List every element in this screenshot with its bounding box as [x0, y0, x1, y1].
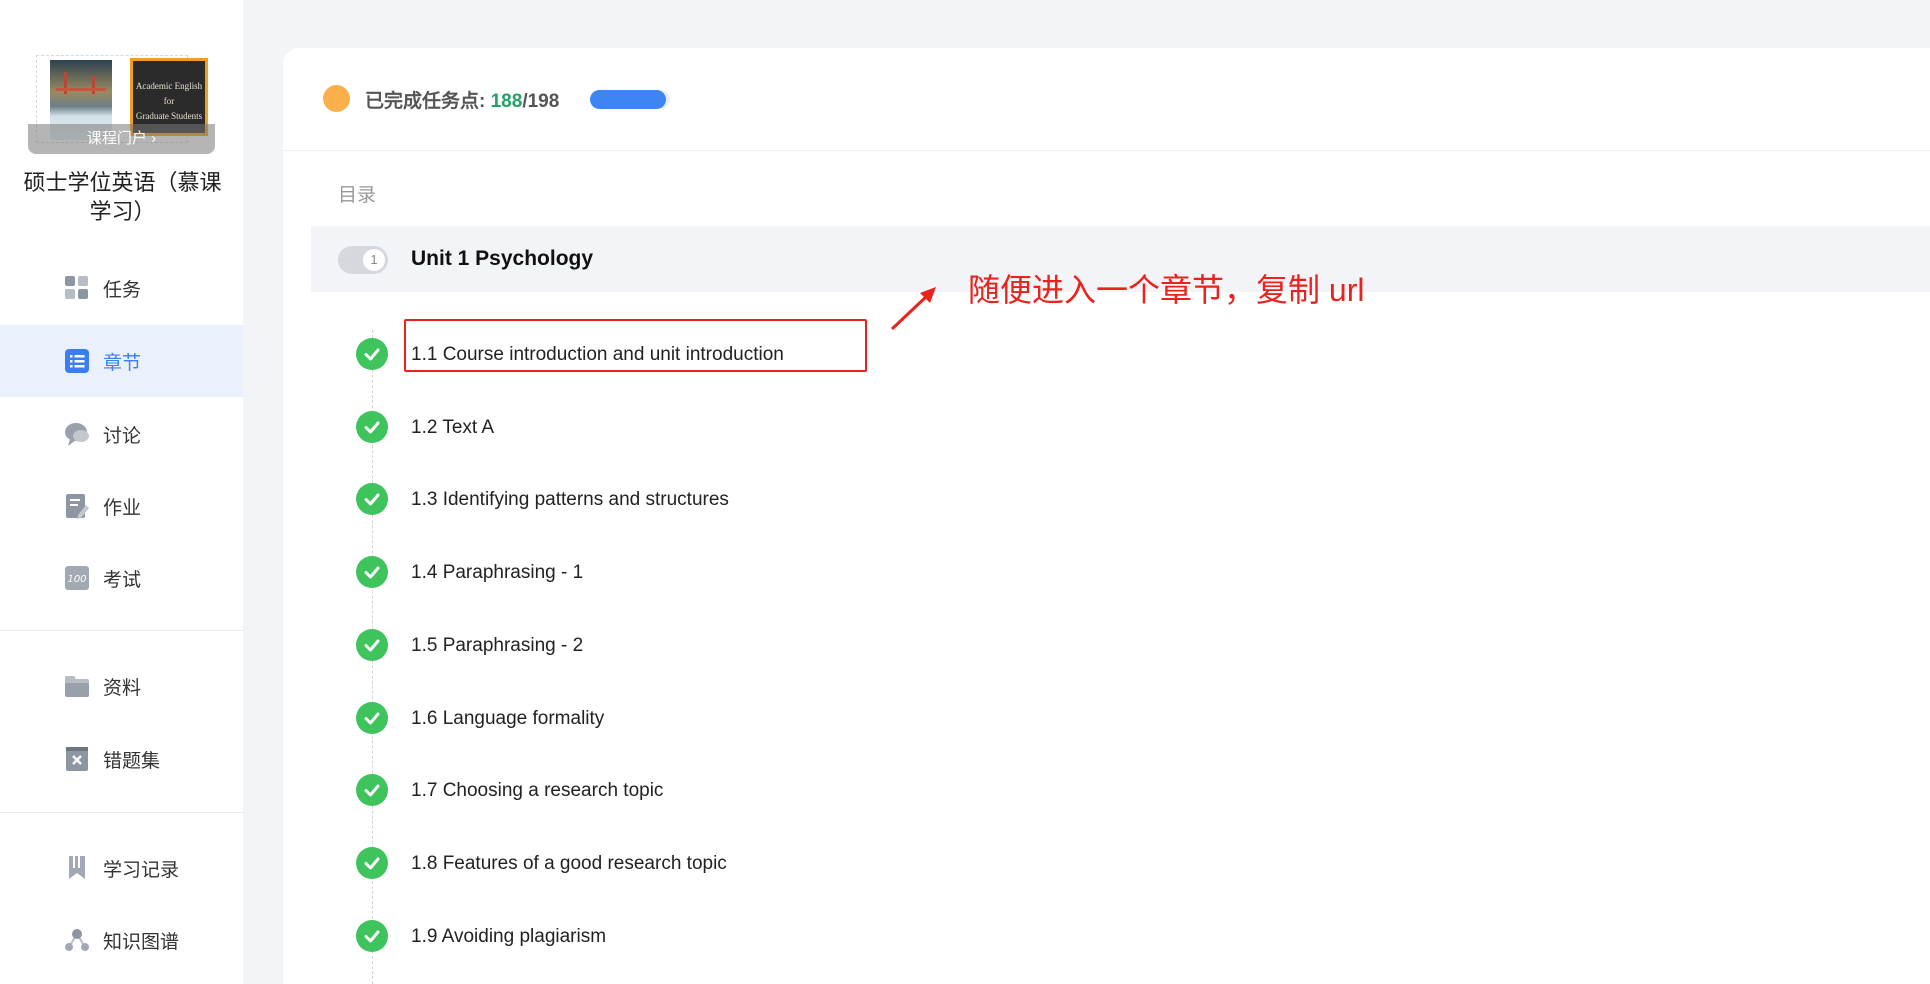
lesson-item[interactable]: 1.2 Text A — [283, 409, 1283, 449]
unit-collapse-toggle[interactable]: 1 — [338, 246, 388, 274]
progress-row: 已完成任务点: 188/198 — [283, 48, 1930, 151]
completed-check-icon — [356, 701, 388, 734]
lesson-title[interactable]: 1.8 Features of a good research topic — [411, 853, 727, 875]
course-cover[interactable]: Academic English for Graduate Students 课… — [28, 50, 215, 154]
chapter-panel: 已完成任务点: 188/198 目录 1 Unit 1 Psychology 1… — [283, 48, 1930, 984]
unit-number: 1 — [363, 249, 385, 271]
nav-label-study-record: 学习记录 — [103, 859, 180, 881]
knowledge-graph-icon — [65, 929, 89, 951]
lesson-item[interactable]: 1.8 Features of a good research topic — [283, 845, 1283, 885]
nav-item-materials[interactable]: 资料 — [0, 650, 243, 722]
annotation-arrow-icon — [890, 287, 936, 331]
nav-item-wrong-questions[interactable]: 错题集 — [0, 723, 243, 795]
lesson-item[interactable]: 1.7 Choosing a research topic — [283, 772, 1283, 812]
progress-completed: 188 — [490, 91, 523, 112]
chat-bubble-icon — [65, 423, 89, 446]
nav-item-discussion[interactable]: 讨论 — [0, 398, 243, 470]
book-title-line1: Academic English for — [135, 81, 203, 106]
completed-check-icon — [356, 483, 388, 516]
completed-check-icon — [356, 919, 388, 952]
lesson-item[interactable]: 1.5 Paraphrasing - 2 — [283, 627, 1283, 667]
completed-check-icon — [356, 628, 388, 661]
nav-label-materials: 资料 — [103, 677, 142, 699]
completed-check-icon — [356, 556, 388, 589]
nav-item-exam[interactable]: 100 考试 — [0, 542, 243, 614]
nav-item-homework[interactable]: 作业 — [0, 470, 243, 542]
lesson-title[interactable]: 1.3 Identifying patterns and structures — [411, 489, 729, 511]
nav-label-exam: 考试 — [103, 569, 142, 591]
nav-label-tasks: 任务 — [103, 279, 142, 301]
score-100-icon: 100 — [65, 566, 89, 590]
edit-document-icon — [66, 494, 89, 519]
book-title-line2: Graduate Students — [135, 111, 203, 121]
progress-fill — [590, 90, 666, 109]
nav-item-tasks[interactable]: 任务 — [0, 252, 243, 324]
progress-text: 已完成任务点: 188/198 — [365, 86, 559, 113]
nav-label-knowledge-graph: 知识图谱 — [103, 931, 180, 953]
lesson-item[interactable]: 1.9 Avoiding plagiarism — [283, 918, 1283, 958]
nav-label-discussion: 讨论 — [103, 425, 142, 447]
svg-text:100: 100 — [67, 574, 86, 585]
completed-check-icon — [356, 846, 388, 879]
nav-label-chapters: 章节 — [103, 352, 142, 374]
progress-label: 已完成任务点: — [365, 91, 486, 112]
lesson-title[interactable]: 1.6 Language formality — [411, 708, 604, 730]
bookmark-icon — [69, 856, 85, 879]
nav-label-homework: 作业 — [103, 497, 142, 519]
lesson-title[interactable]: 1.7 Choosing a research topic — [411, 780, 663, 802]
annotation-text: 随便进入一个章节，复制 url — [968, 272, 1365, 308]
progress-bar — [590, 90, 670, 109]
toc-label: 目录 — [338, 185, 377, 206]
progress-status-dot — [323, 85, 350, 112]
annotation-highlight-box — [404, 319, 867, 372]
unit-title: Unit 1 Psychology — [411, 247, 594, 270]
nav-label-wrong-questions: 错题集 — [103, 750, 161, 772]
sidebar-divider-2 — [0, 812, 243, 813]
nav-item-study-record[interactable]: 学习记录 — [0, 832, 243, 904]
lesson-item[interactable]: 1.4 Paraphrasing - 1 — [283, 554, 1283, 594]
completed-check-icon — [356, 338, 388, 370]
folder-icon — [65, 676, 89, 697]
lesson-title[interactable]: 1.5 Paraphrasing - 2 — [411, 635, 583, 657]
nav-item-knowledge-graph[interactable]: 知识图谱 — [0, 904, 243, 976]
lesson-title[interactable]: 1.2 Text A — [411, 417, 494, 439]
course-title: 硕士学位英语（慕课学习） — [23, 170, 222, 224]
lesson-item[interactable]: 1.3 Identifying patterns and structures — [283, 481, 1283, 521]
wrong-questions-icon — [66, 747, 88, 771]
lesson-title[interactable]: 1.9 Avoiding plagiarism — [411, 926, 606, 948]
list-icon — [65, 349, 89, 373]
lesson-title[interactable]: 1.4 Paraphrasing - 1 — [411, 562, 583, 584]
sidebar: Academic English for Graduate Students 课… — [0, 0, 243, 984]
nav-item-chapters[interactable]: 章节 — [0, 325, 243, 397]
progress-total: 198 — [527, 91, 560, 112]
completed-check-icon — [356, 410, 388, 443]
grid-icon — [65, 276, 88, 299]
lesson-item[interactable]: 1.6 Language formality — [283, 700, 1283, 740]
completed-check-icon — [356, 774, 388, 807]
sidebar-divider — [0, 630, 243, 631]
course-portal-link[interactable]: 课程门户 › — [28, 124, 215, 154]
